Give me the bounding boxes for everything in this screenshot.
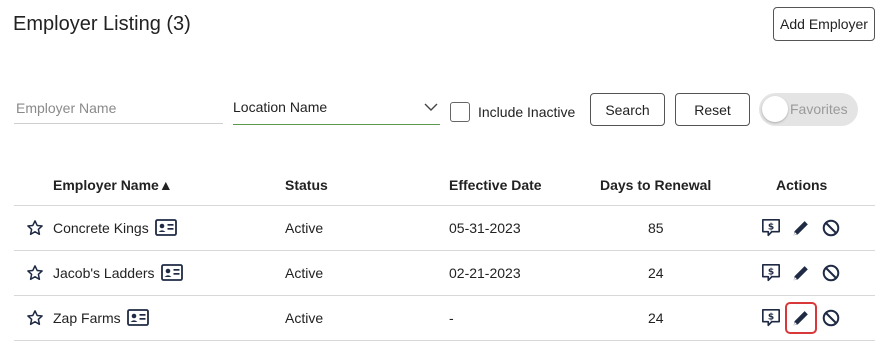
status: Active [285,310,324,326]
employer-name[interactable]: Jacob's Ladders [53,265,155,281]
chevron-down-icon [424,103,438,111]
ban-icon[interactable] [820,307,842,329]
effective-date: 05-31-2023 [449,220,521,236]
pencil-icon[interactable] [790,217,812,239]
column-actions: Actions [776,177,828,193]
ban-icon[interactable] [820,262,842,284]
favorites-label: Favorites [790,101,848,117]
days-to-renewal: 24 [648,310,664,326]
employer-name[interactable]: Zap Farms [53,310,121,326]
svg-text:$: $ [768,312,774,322]
employer-name[interactable]: Concrete Kings [53,220,149,236]
status: Active [285,265,324,281]
contact-card-icon[interactable] [127,309,149,326]
location-select[interactable]: Location Name [233,92,440,125]
column-status: Status [285,177,328,193]
location-select-value: Location Name [233,99,328,115]
add-employer-button[interactable]: Add Employer [773,7,875,41]
favorites-toggle[interactable]: Favorites [759,93,858,126]
table-row: Jacob's Ladders Active 02-21-2023 24 $ [14,251,875,296]
employer-table: Employer Name▲ Status Effective Date Day… [14,166,875,341]
effective-date: - [449,310,454,326]
effective-date: 02-21-2023 [449,265,521,281]
table-header: Employer Name▲ Status Effective Date Day… [14,166,875,206]
svg-text:$: $ [768,267,774,277]
column-employer-name[interactable]: Employer Name▲ [53,177,173,193]
column-days-to-renewal: Days to Renewal [600,177,712,193]
include-inactive-checkbox[interactable] [450,102,470,122]
status: Active [285,220,324,236]
ban-icon[interactable] [820,217,842,239]
dollar-chat-icon[interactable]: $ [760,262,782,284]
pencil-icon[interactable] [790,262,812,284]
table-row: Zap Farms Active - 24 $ [14,296,875,341]
star-outline-icon[interactable] [26,219,44,237]
dollar-chat-icon[interactable]: $ [760,307,782,329]
svg-text:$: $ [768,222,774,232]
contact-card-icon[interactable] [155,219,177,236]
column-effective-date: Effective Date [449,177,542,193]
page-title: Employer Listing (3) [13,13,191,35]
include-inactive-label: Include Inactive [478,104,576,120]
employer-name-input[interactable] [14,92,223,124]
dollar-chat-icon[interactable]: $ [760,217,782,239]
reset-button[interactable]: Reset [675,93,750,126]
star-outline-icon[interactable] [26,264,44,282]
pencil-icon[interactable] [785,302,817,334]
table-row: Concrete Kings Active 05-31-2023 85 $ [14,206,875,251]
include-inactive[interactable]: Include Inactive [450,102,575,122]
days-to-renewal: 85 [648,220,664,236]
star-outline-icon[interactable] [26,309,44,327]
search-button[interactable]: Search [590,93,665,126]
days-to-renewal: 24 [648,265,664,281]
contact-card-icon[interactable] [161,264,183,281]
favorites-toggle-knob [762,96,788,122]
